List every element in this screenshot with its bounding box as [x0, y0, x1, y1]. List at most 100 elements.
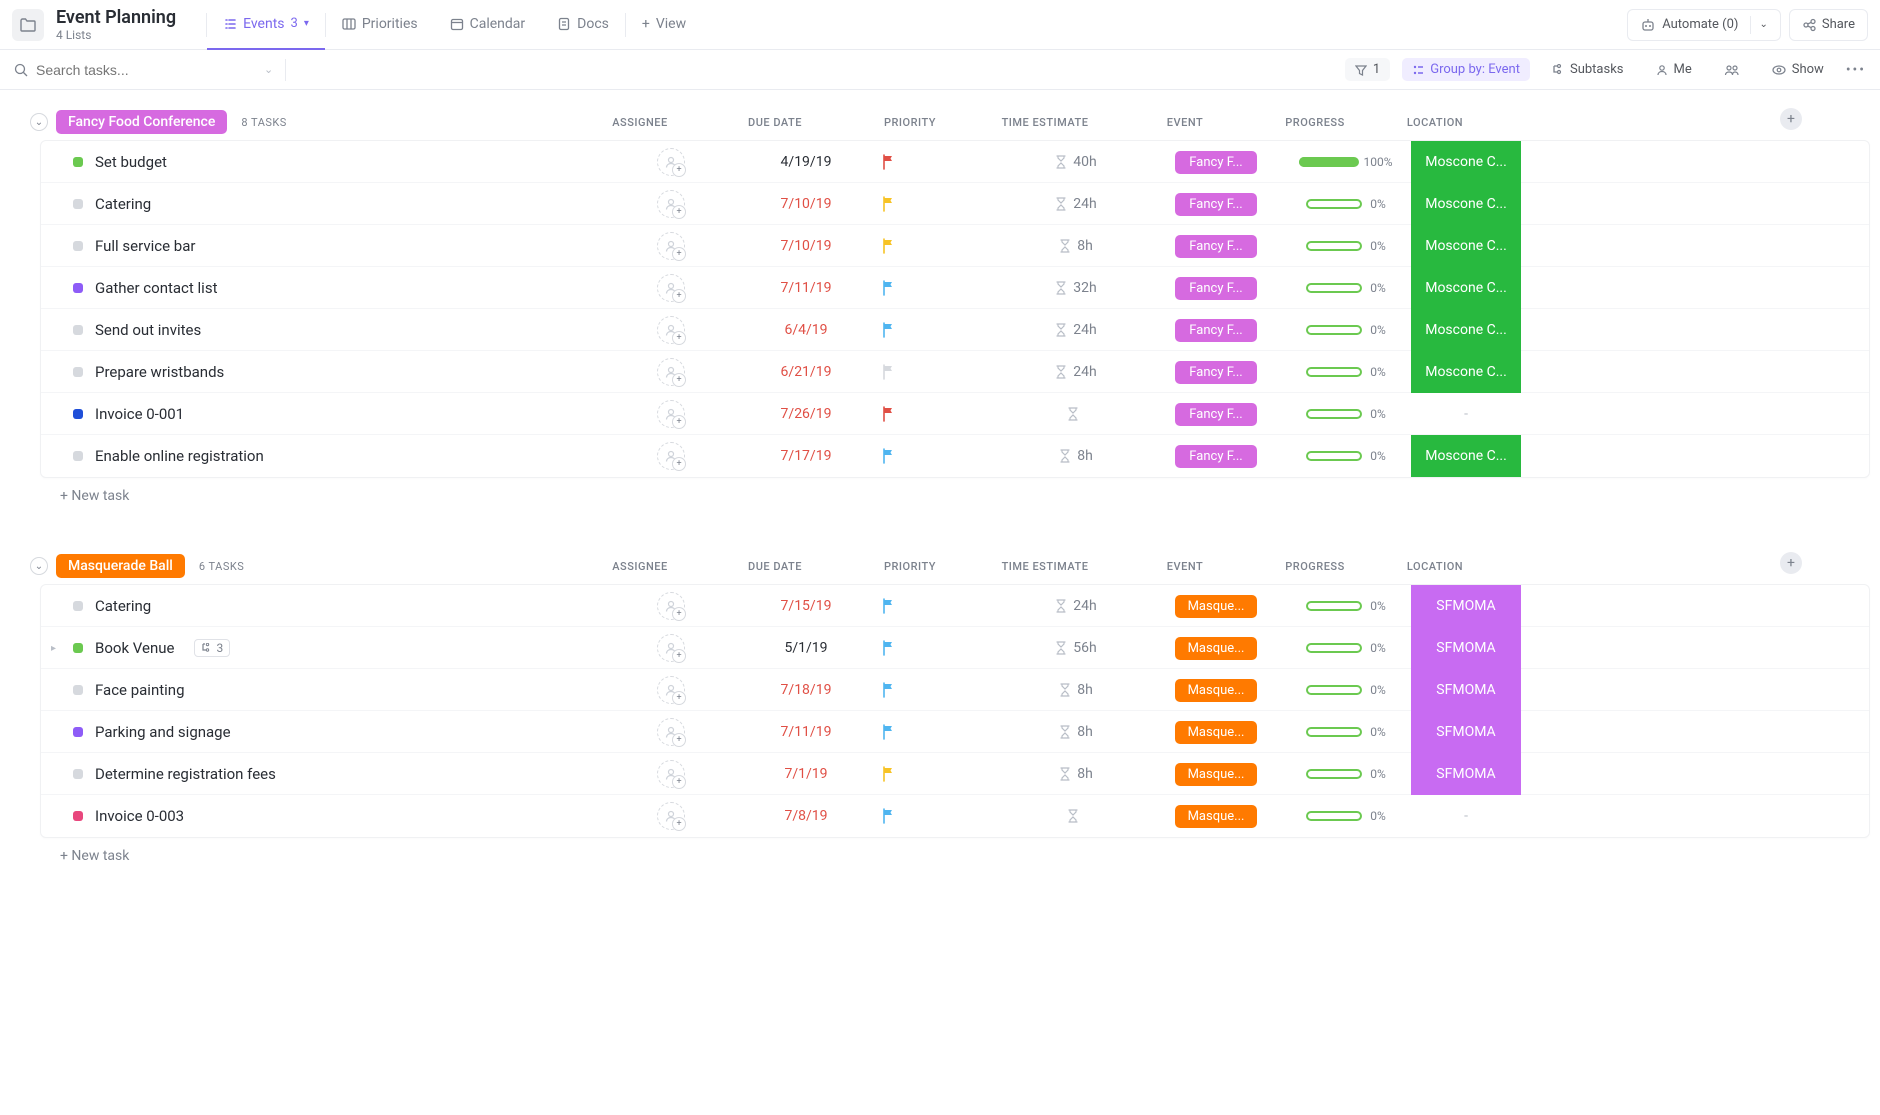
due-date[interactable]: 7/26/19 [731, 406, 881, 422]
add-assignee-icon[interactable] [657, 718, 685, 746]
task-name[interactable]: Set budget [95, 153, 167, 171]
progress-cell[interactable]: 0% [1281, 641, 1411, 655]
add-assignee-icon[interactable] [657, 148, 685, 176]
event-cell[interactable]: Masque... [1151, 763, 1281, 786]
time-estimate[interactable] [1001, 407, 1151, 421]
priority-flag[interactable] [881, 808, 1001, 824]
event-cell[interactable]: Masque... [1151, 679, 1281, 702]
share-button[interactable]: Share [1789, 9, 1868, 41]
location-cell[interactable]: SFMOMA [1411, 711, 1521, 753]
task-name[interactable]: Book Venue [95, 639, 174, 657]
column-header[interactable]: LOCATION [1380, 116, 1490, 129]
location-cell[interactable]: SFMOMA [1411, 627, 1521, 669]
task-row[interactable]: Determine registration fees 7/1/19 8h Ma… [41, 753, 1869, 795]
priority-flag[interactable] [881, 766, 1001, 782]
collapse-toggle[interactable]: ⌄ [30, 557, 48, 575]
assignee-cell[interactable] [611, 190, 731, 218]
chevron-down-icon[interactable]: ⌄ [264, 63, 273, 76]
new-task-button[interactable]: + New task [40, 838, 1870, 874]
assignees-filter[interactable] [1714, 60, 1750, 80]
task-name[interactable]: Send out invites [95, 321, 201, 339]
task-row[interactable]: Invoice 0-001 7/26/19 Fancy F... 0% - [41, 393, 1869, 435]
task-name[interactable]: Catering [95, 195, 151, 213]
assignee-cell[interactable] [611, 634, 731, 662]
location-cell[interactable]: Moscone C... [1411, 435, 1521, 477]
due-date[interactable]: 7/11/19 [731, 280, 881, 296]
event-cell[interactable]: Fancy F... [1151, 235, 1281, 258]
subtasks-toggle[interactable]: Subtasks [1542, 58, 1634, 81]
assignee-cell[interactable] [611, 148, 731, 176]
task-name[interactable]: Full service bar [95, 237, 195, 255]
priority-flag[interactable] [881, 322, 1001, 338]
more-menu[interactable]: ••• [1846, 62, 1866, 78]
priority-flag[interactable] [881, 196, 1001, 212]
tab-events[interactable]: Events 3 ▾ [207, 0, 325, 50]
due-date[interactable]: 7/1/19 [731, 766, 881, 782]
location-cell[interactable]: - [1411, 393, 1521, 435]
task-row[interactable]: Enable online registration 7/17/19 8h Fa… [41, 435, 1869, 477]
event-cell[interactable]: Fancy F... [1151, 277, 1281, 300]
column-header[interactable]: EVENT [1120, 560, 1250, 573]
location-cell[interactable]: SFMOMA [1411, 753, 1521, 795]
new-task-button[interactable]: + New task [40, 478, 1870, 514]
task-row[interactable]: Invoice 0-003 7/8/19 Masque... 0% - [41, 795, 1869, 837]
add-assignee-icon[interactable] [657, 274, 685, 302]
search[interactable]: ⌄ [14, 62, 273, 78]
task-name[interactable]: Gather contact list [95, 279, 217, 297]
time-estimate[interactable]: 8h [1001, 448, 1151, 464]
assignee-cell[interactable] [611, 442, 731, 470]
add-assignee-icon[interactable] [657, 802, 685, 830]
task-row[interactable]: Catering 7/10/19 24h Fancy F... 0% Mosco… [41, 183, 1869, 225]
progress-cell[interactable]: 0% [1281, 407, 1411, 421]
task-name[interactable]: Invoice 0-001 [95, 405, 184, 423]
column-header[interactable]: DUE DATE [700, 116, 850, 129]
time-estimate[interactable]: 32h [1001, 280, 1151, 296]
task-row[interactable]: Gather contact list 7/11/19 32h Fancy F.… [41, 267, 1869, 309]
add-view[interactable]: + View [626, 0, 702, 50]
status-square[interactable] [73, 685, 83, 695]
location-cell[interactable]: Moscone C... [1411, 225, 1521, 267]
due-date[interactable]: 7/17/19 [731, 448, 881, 464]
assignee-cell[interactable] [611, 316, 731, 344]
event-cell[interactable]: Fancy F... [1151, 193, 1281, 216]
progress-cell[interactable]: 0% [1281, 599, 1411, 613]
progress-cell[interactable]: 0% [1281, 239, 1411, 253]
add-column-button[interactable]: + [1780, 108, 1802, 130]
task-row[interactable]: ▸ Book Venue 3 5/1/19 56h Masque... 0% S… [41, 627, 1869, 669]
task-name[interactable]: Determine registration fees [95, 765, 276, 783]
priority-flag[interactable] [881, 406, 1001, 422]
priority-flag[interactable] [881, 364, 1001, 380]
priority-flag[interactable] [881, 640, 1001, 656]
priority-flag[interactable] [881, 724, 1001, 740]
location-cell[interactable]: SFMOMA [1411, 669, 1521, 711]
task-row[interactable]: Face painting 7/18/19 8h Masque... 0% SF… [41, 669, 1869, 711]
progress-cell[interactable]: 0% [1281, 809, 1411, 823]
tab-calendar[interactable]: Calendar [434, 0, 542, 50]
event-cell[interactable]: Fancy F... [1151, 403, 1281, 426]
due-date[interactable]: 7/15/19 [731, 598, 881, 614]
due-date[interactable]: 7/8/19 [731, 808, 881, 824]
status-square[interactable] [73, 727, 83, 737]
column-header[interactable]: ASSIGNEE [580, 560, 700, 573]
task-name[interactable]: Enable online registration [95, 447, 264, 465]
time-estimate[interactable]: 24h [1001, 322, 1151, 338]
add-assignee-icon[interactable] [657, 400, 685, 428]
due-date[interactable]: 7/10/19 [731, 196, 881, 212]
time-estimate[interactable]: 8h [1001, 682, 1151, 698]
status-square[interactable] [73, 769, 83, 779]
assignee-cell[interactable] [611, 274, 731, 302]
due-date[interactable]: 6/4/19 [731, 322, 881, 338]
add-assignee-icon[interactable] [657, 760, 685, 788]
status-square[interactable] [73, 811, 83, 821]
add-assignee-icon[interactable] [657, 358, 685, 386]
status-square[interactable] [73, 409, 83, 419]
due-date[interactable]: 7/10/19 [731, 238, 881, 254]
time-estimate[interactable]: 24h [1001, 364, 1151, 380]
time-estimate[interactable] [1001, 809, 1151, 823]
event-cell[interactable]: Masque... [1151, 805, 1281, 828]
progress-cell[interactable]: 0% [1281, 449, 1411, 463]
priority-flag[interactable] [881, 448, 1001, 464]
priority-flag[interactable] [881, 598, 1001, 614]
add-assignee-icon[interactable] [657, 232, 685, 260]
location-cell[interactable]: Moscone C... [1411, 141, 1521, 183]
